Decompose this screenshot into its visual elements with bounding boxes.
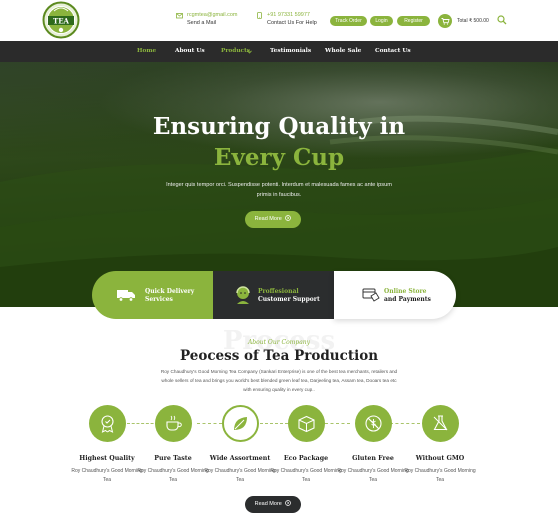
hero-read-more-label: Read More bbox=[254, 216, 282, 222]
quality-badge-icon bbox=[100, 415, 114, 433]
phone-label: Contact Us For Help bbox=[267, 20, 317, 26]
hero-read-more-button[interactable]: Read More bbox=[245, 211, 301, 228]
feature-desc: Roy Chaudhury's Good Morning Tea bbox=[404, 468, 476, 483]
leaf-icon bbox=[233, 417, 247, 430]
feature-online-store-line2: and Payments bbox=[384, 296, 431, 303]
feature-title: Without GMO bbox=[415, 455, 465, 462]
hero-title-line1: Ensuring Quality in bbox=[152, 113, 406, 140]
feature-customer-support-line1: Proffesional bbox=[258, 288, 299, 295]
about-paragraph: Roy Chaudhury's Good Morning Tea Company… bbox=[160, 369, 398, 392]
cart-icon bbox=[441, 18, 450, 25]
track-order-button[interactable]: Track Order bbox=[330, 16, 367, 26]
nav-item-testimonials[interactable]: Testimonials bbox=[270, 41, 311, 62]
search-icon[interactable] bbox=[497, 15, 507, 25]
top-header: TEA rcgmtea@gmail.com Send a Mail +91 97… bbox=[0, 0, 558, 41]
feature-quick-delivery-line1: Quick Delivery bbox=[145, 288, 195, 295]
phone-icon bbox=[257, 12, 262, 19]
no-gmo-icon bbox=[433, 415, 447, 431]
main-nav: Home About Us Products Testimonials Whol… bbox=[0, 41, 558, 62]
chevron-down-icon[interactable] bbox=[247, 50, 252, 54]
about-heading: Peocess of Tea Production bbox=[179, 348, 379, 364]
logo-text: TEA bbox=[53, 17, 70, 26]
feature-customer-support-line2: Customer Support bbox=[258, 296, 320, 303]
arrow-circle-icon bbox=[285, 215, 292, 221]
logo-icon[interactable]: TEA bbox=[40, 1, 82, 39]
tea-cup-icon bbox=[165, 415, 182, 431]
payment-icon bbox=[362, 288, 380, 302]
about-subtitle: About Our Company bbox=[247, 339, 311, 346]
feature-without-gmo: Without GMO Roy Chaudhury's Good Morning… bbox=[400, 405, 480, 485]
gluten-free-icon bbox=[364, 415, 382, 432]
about-read-more-button[interactable]: Read More bbox=[245, 496, 301, 513]
hero-title-line2: Every Cup bbox=[213, 144, 345, 171]
email-contact[interactable]: rcgmtea@gmail.com Send a Mail bbox=[176, 11, 238, 27]
eco-package-icon bbox=[297, 415, 315, 433]
phone-contact[interactable]: +91 97331 59977 Contact Us For Help bbox=[256, 11, 317, 27]
arrow-circle-icon bbox=[285, 500, 292, 506]
nav-item-wholesale[interactable]: Whole Sale bbox=[325, 41, 361, 62]
cart-total: Total ₹ 500.00 bbox=[457, 18, 489, 24]
login-button[interactable]: Login bbox=[370, 16, 393, 26]
cart-button[interactable] bbox=[438, 14, 452, 28]
phone-number[interactable]: +91 97331 59977 bbox=[256, 11, 317, 19]
email-label: Send a Mail bbox=[187, 20, 217, 26]
mail-icon bbox=[176, 13, 183, 19]
feature-online-store-line1: Online Store bbox=[384, 288, 427, 295]
feature-quick-delivery: Quick Delivery Services bbox=[92, 271, 213, 319]
nav-item-products[interactable]: Products bbox=[221, 41, 250, 62]
hero-paragraph: Integer quis tempor orci. Suspendisse po… bbox=[166, 182, 392, 198]
truck-icon bbox=[117, 290, 135, 302]
nav-item-about[interactable]: About Us bbox=[175, 41, 205, 62]
feature-quick-delivery-line2: Services bbox=[145, 296, 173, 303]
feature-online-store: Online Store and Payments bbox=[334, 271, 456, 319]
about-read-more-label: Read More bbox=[254, 501, 282, 507]
nav-item-home[interactable]: Home bbox=[137, 41, 156, 62]
nav-item-contact[interactable]: Contact Us bbox=[375, 41, 411, 62]
register-button[interactable]: Register bbox=[397, 16, 430, 26]
support-agent-icon bbox=[236, 286, 250, 304]
feature-customer-support: Proffesional Customer Support bbox=[213, 271, 334, 319]
email-address[interactable]: rcgmtea@gmail.com bbox=[176, 11, 238, 19]
